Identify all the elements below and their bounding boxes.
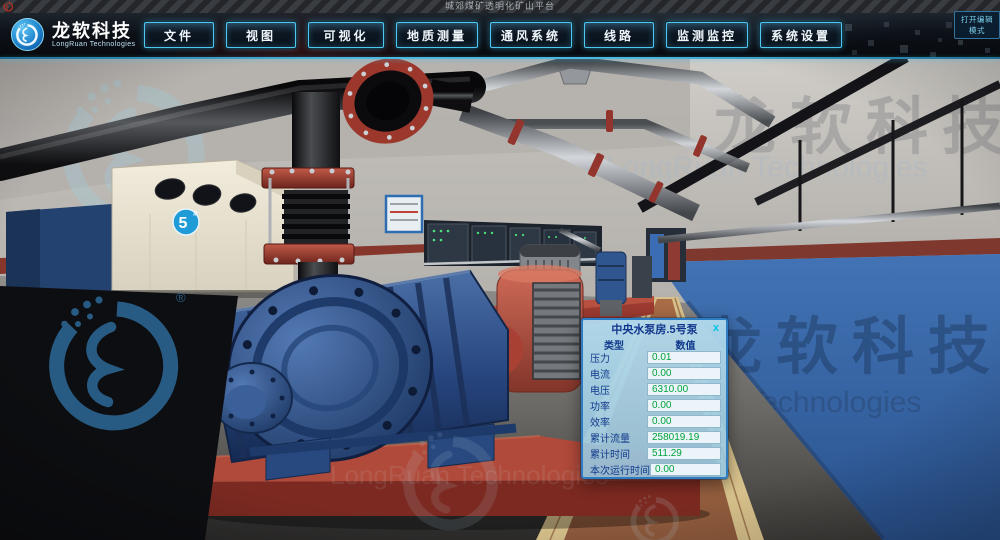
row-value: 511.29 [647,447,721,460]
row-value: 0.00 [647,399,721,412]
panel-column-headers: 类型 数值 [583,337,726,350]
table-row: 电流 0.00 [583,366,726,382]
menu-file[interactable]: 文件 [144,22,214,48]
brand-name: 龙软科技 [52,22,135,41]
menu-geology-survey[interactable]: 地质测量 [396,22,478,48]
table-row: 压力 0.01 [583,350,726,366]
menu-monitoring[interactable]: 监测监控 [666,22,748,48]
title-bar: 城郊煤矿透明化矿山平台 [0,0,1000,13]
row-label: 累计时间 [590,446,647,461]
deco-square [946,22,952,28]
row-label: 功率 [590,398,647,413]
pump-data-panel: 中央水泵房.5号泵 x 类型 数值 压力 0.01 电流 0.00 电压 631… [581,318,728,479]
deco-square [930,52,936,58]
close-icon[interactable]: x [713,321,719,336]
menu-view[interactable]: 视图 [226,22,296,48]
deco-square [884,22,889,27]
deco-square [958,40,963,45]
table-row: 效率 0.00 [583,414,726,430]
menu-lines[interactable]: 线路 [584,22,654,48]
menu-visualization[interactable]: 可视化 [308,22,384,48]
row-value: 0.00 [647,415,721,428]
table-row: 累计时间 511.29 [583,445,726,461]
row-value: 0.01 [647,351,721,364]
deco-square [845,24,852,31]
menu-bar: 龙软科技 LongRuan Technologies 文件 视图 可视化 地质测… [0,13,1000,57]
brand-subtitle: LongRuan Technologies [52,41,135,48]
dragon-logo-icon [10,17,45,52]
deco-square [852,50,857,55]
row-value: 6310.00 [647,383,721,396]
window-title: 城郊煤矿透明化矿山平台 [0,0,1000,13]
row-label: 本次运行时间 [590,462,650,477]
menu-system-settings[interactable]: 系统设置 [760,22,842,48]
deco-square [900,45,908,53]
open-edit-mode-button[interactable]: 打开编辑模式 [954,11,1000,39]
row-value: 258019.19 [647,431,721,444]
row-label: 效率 [590,414,647,429]
brand-logo: 龙软科技 LongRuan Technologies [10,17,135,52]
table-row: 功率 0.00 [583,398,726,414]
row-label: 累计流量 [590,430,647,445]
deco-square [985,48,990,53]
table-row: 电压 6310.00 [583,382,726,398]
panel-title: 中央水泵房.5号泵 [611,324,697,336]
row-value: 0.00 [647,367,721,380]
table-row: 累计流量 258019.19 [583,429,726,445]
deco-square [915,30,920,35]
row-label: 电流 [590,366,647,381]
deco-square [868,40,874,46]
vignette [0,57,1000,540]
col-header-type: 类型 [583,337,645,350]
table-row: 本次运行时间 0.00 [583,461,726,477]
row-label: 电压 [590,382,647,397]
deco-square [938,38,942,42]
row-value: 0.00 [650,463,721,476]
main-menu: 文件 视图 可视化 地质测量 通风系统 线路 监测监控 系统设置 [144,22,842,48]
pump-room-3d-view: 龙软科技 LongRuan Technologies 龙软科技 LongRuan… [0,57,1000,540]
menu-ventilation[interactable]: 通风系统 [490,22,572,48]
row-label: 压力 [590,350,647,365]
col-header-value: 数值 [645,337,726,350]
